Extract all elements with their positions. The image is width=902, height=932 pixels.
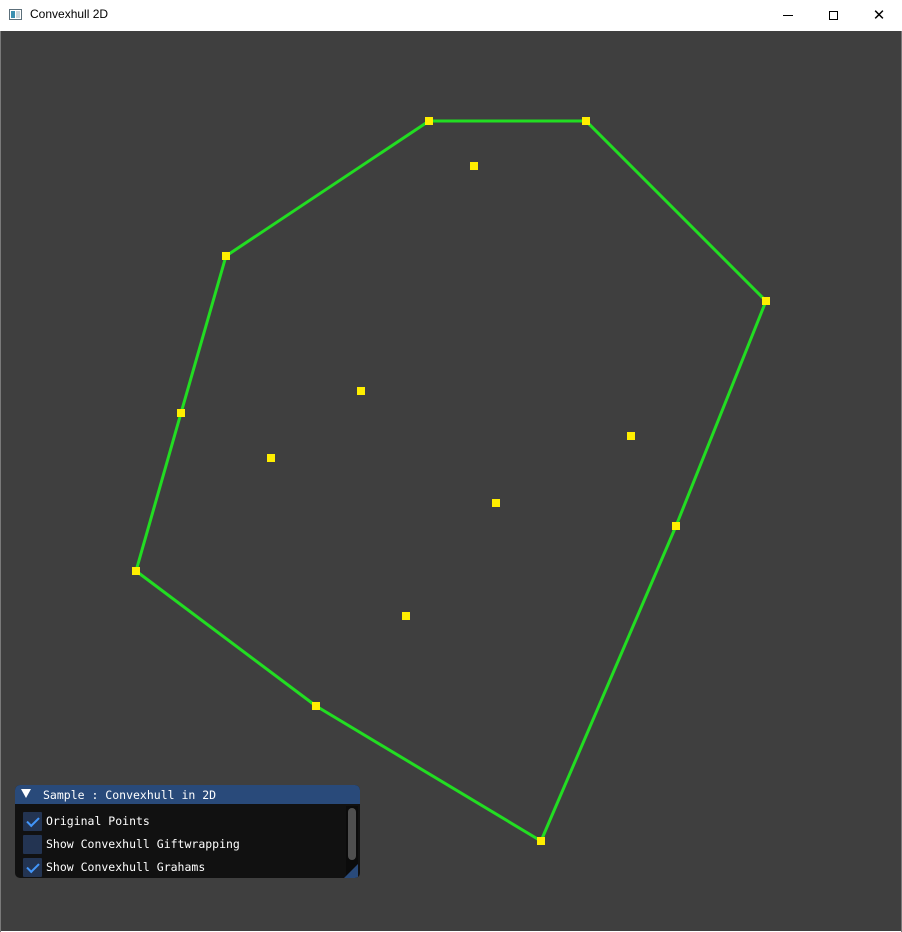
app-window: Convexhull 2D ✕ Sample : Convexhull in 2…	[0, 0, 902, 932]
point-marker	[267, 454, 275, 462]
checkmark-icon	[26, 813, 40, 827]
point-marker	[425, 117, 433, 125]
maximize-button[interactable]	[810, 0, 856, 31]
option-original-points[interactable]: Original Points	[23, 811, 150, 831]
point-marker	[357, 387, 365, 395]
point-marker	[470, 162, 478, 170]
checkbox-grahams[interactable]	[23, 857, 42, 877]
close-button[interactable]: ✕	[856, 0, 902, 31]
app-window-icon	[9, 9, 22, 20]
collapse-arrow-icon[interactable]	[21, 789, 31, 798]
maximize-icon	[828, 11, 838, 20]
point-marker	[132, 567, 140, 575]
point-marker	[672, 522, 680, 530]
imgui-panel: Sample : Convexhull in 2D Original Point…	[15, 785, 360, 878]
option-giftwrapping[interactable]: Show Convexhull Giftwrapping	[23, 834, 240, 854]
point-marker	[537, 837, 545, 845]
title-bar[interactable]: Convexhull 2D ✕	[0, 0, 902, 32]
close-icon: ✕	[872, 6, 886, 24]
minimize-icon	[783, 15, 793, 16]
option-label: Original Points	[46, 814, 150, 828]
checkmark-icon	[26, 859, 40, 873]
point-marker	[627, 432, 635, 440]
option-label: Show Convexhull Giftwrapping	[46, 837, 240, 851]
convex-hull-polygon	[134, 119, 768, 843]
panel-title: Sample : Convexhull in 2D	[43, 788, 217, 802]
point-marker	[492, 499, 500, 507]
window-title: Convexhull 2D	[30, 7, 109, 21]
resize-grip[interactable]	[344, 864, 358, 878]
option-grahams[interactable]: Show Convexhull Grahams	[23, 857, 205, 877]
point-marker	[177, 409, 185, 417]
point-marker	[762, 297, 770, 305]
option-label: Show Convexhull Grahams	[46, 860, 206, 874]
point-marker	[582, 117, 590, 125]
point-marker	[402, 612, 410, 620]
scrollbar-grab[interactable]	[348, 808, 356, 860]
minimize-button[interactable]	[765, 0, 811, 31]
checkbox-original-points[interactable]	[23, 811, 42, 831]
panel-header[interactable]: Sample : Convexhull in 2D	[15, 785, 360, 804]
point-marker	[312, 702, 320, 710]
point-marker	[222, 252, 230, 260]
checkbox-giftwrapping[interactable]	[23, 834, 42, 854]
